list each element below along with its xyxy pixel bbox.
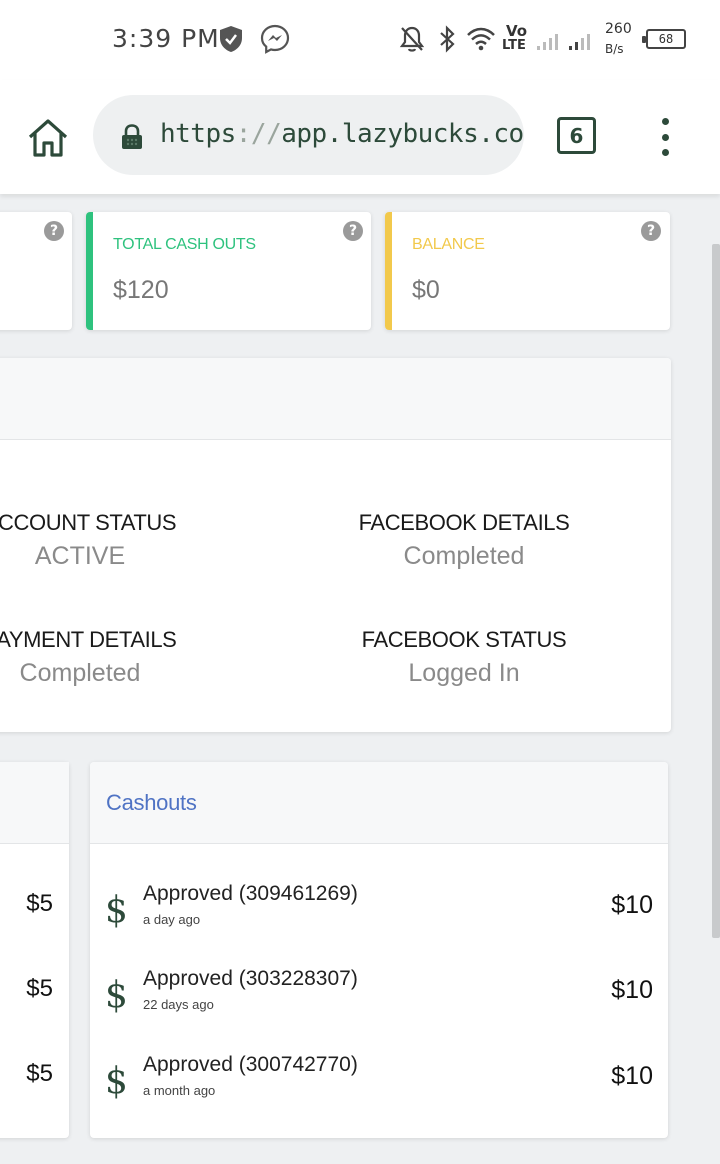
net-speed-value: 260 bbox=[605, 21, 632, 37]
cashouts-title: Cashouts bbox=[106, 790, 197, 815]
cashouts-card: Cashouts $ Approved (309461269) a day ag… bbox=[90, 762, 668, 1138]
earning-amount: $5 bbox=[26, 1060, 53, 1087]
cashout-status: Approved (300742770) bbox=[143, 1053, 358, 1076]
stat-label: TOTAL CASH OUTS bbox=[113, 236, 256, 253]
accent-bar bbox=[385, 212, 392, 330]
account-overview-card: ACCOUNT STATUS ACTIVE FACEBOOK DETAILS C… bbox=[0, 358, 671, 732]
earning-amount: $5 bbox=[26, 975, 53, 1002]
facebook-details: FACEBOOK DETAILS Completed bbox=[304, 510, 624, 571]
dollar-icon: $ bbox=[105, 890, 128, 931]
url-text: https://app.lazybucks.co bbox=[160, 119, 524, 149]
tab-switcher-button[interactable]: 6 bbox=[557, 117, 596, 154]
cashout-amount: $10 bbox=[611, 891, 653, 919]
cashout-time: a day ago bbox=[143, 912, 201, 927]
earning-amount: $5 bbox=[26, 890, 53, 917]
status-time: 3:39 PM bbox=[112, 24, 220, 53]
status-title: FACEBOOK STATUS bbox=[361, 627, 567, 652]
url-scheme: https bbox=[160, 119, 236, 149]
stat-value: $0 bbox=[412, 276, 440, 304]
address-bar[interactable]: https://app.lazybucks.co bbox=[93, 95, 524, 175]
card-header: Cashouts bbox=[90, 762, 668, 844]
status-bar: 3:39 PM Vo LTE 260 B/s 68 bbox=[0, 0, 720, 80]
dollar-icon: $ bbox=[105, 1061, 128, 1102]
facebook-status: FACEBOOK STATUS Logged In bbox=[304, 627, 624, 688]
payment-details: PAYMENT DETAILS Completed bbox=[0, 627, 240, 688]
battery-icon: 68 bbox=[642, 24, 688, 54]
earnings-card-partial: $5 $5 $5 bbox=[0, 762, 69, 1138]
cashout-status: Approved (309461269) bbox=[143, 882, 358, 905]
status-title: ACCOUNT STATUS bbox=[0, 510, 177, 535]
url-host: app.lazybucks.co bbox=[281, 119, 524, 149]
home-button[interactable] bbox=[26, 116, 70, 160]
dollar-icon: $ bbox=[105, 975, 128, 1016]
browser-toolbar: https://app.lazybucks.co 6 bbox=[0, 80, 720, 194]
shield-icon bbox=[218, 24, 244, 54]
wifi-icon bbox=[466, 24, 496, 54]
overflow-menu-button[interactable] bbox=[655, 118, 675, 156]
cashout-amount: $10 bbox=[611, 976, 653, 1004]
stat-value: $120 bbox=[113, 276, 169, 304]
stat-card-partial: ? bbox=[0, 212, 72, 330]
volte-top: Vo bbox=[506, 22, 528, 40]
cashout-row: $ Approved (300742770) a month ago $10 bbox=[90, 1053, 668, 1133]
signal-icon bbox=[534, 24, 598, 54]
bluetooth-icon bbox=[436, 24, 458, 54]
net-speed-unit: B/s bbox=[605, 42, 624, 56]
card-header bbox=[0, 762, 69, 844]
more-vert-icon bbox=[661, 118, 669, 125]
help-icon[interactable]: ? bbox=[343, 221, 363, 241]
page-scrollbar[interactable] bbox=[712, 244, 720, 938]
notifications-off-icon bbox=[398, 24, 426, 54]
status-title: PAYMENT DETAILS bbox=[0, 627, 177, 652]
lock-icon bbox=[121, 124, 143, 154]
help-icon[interactable]: ? bbox=[44, 221, 64, 241]
stat-card-total-cash-outs: TOTAL CASH OUTS $120 ? bbox=[86, 212, 371, 330]
cashout-row: $ Approved (303228307) 22 days ago $10 bbox=[90, 967, 668, 1047]
cashout-amount: $10 bbox=[611, 1062, 653, 1090]
card-header bbox=[0, 358, 671, 440]
status-value: Logged In bbox=[408, 659, 520, 687]
status-value: ACTIVE bbox=[34, 542, 126, 570]
status-title: FACEBOOK DETAILS bbox=[358, 510, 570, 535]
battery-level: 68 bbox=[658, 32, 674, 46]
messenger-icon bbox=[260, 24, 290, 54]
status-value: Completed bbox=[403, 542, 525, 570]
cashout-row: $ Approved (309461269) a day ago $10 bbox=[90, 882, 668, 962]
cashout-status: Approved (303228307) bbox=[143, 967, 358, 990]
url-separator: :// bbox=[235, 119, 282, 149]
volte-bottom: LTE bbox=[502, 38, 526, 53]
accent-bar bbox=[86, 212, 93, 330]
stat-card-balance: BALANCE $0 ? bbox=[385, 212, 670, 330]
stat-label: BALANCE bbox=[412, 236, 485, 253]
home-icon bbox=[28, 119, 68, 157]
account-status: ACCOUNT STATUS ACTIVE bbox=[0, 510, 240, 571]
cashout-time: 22 days ago bbox=[143, 997, 214, 1012]
status-value: Completed bbox=[19, 659, 141, 687]
help-icon[interactable]: ? bbox=[641, 221, 661, 241]
cashout-time: a month ago bbox=[143, 1083, 216, 1098]
